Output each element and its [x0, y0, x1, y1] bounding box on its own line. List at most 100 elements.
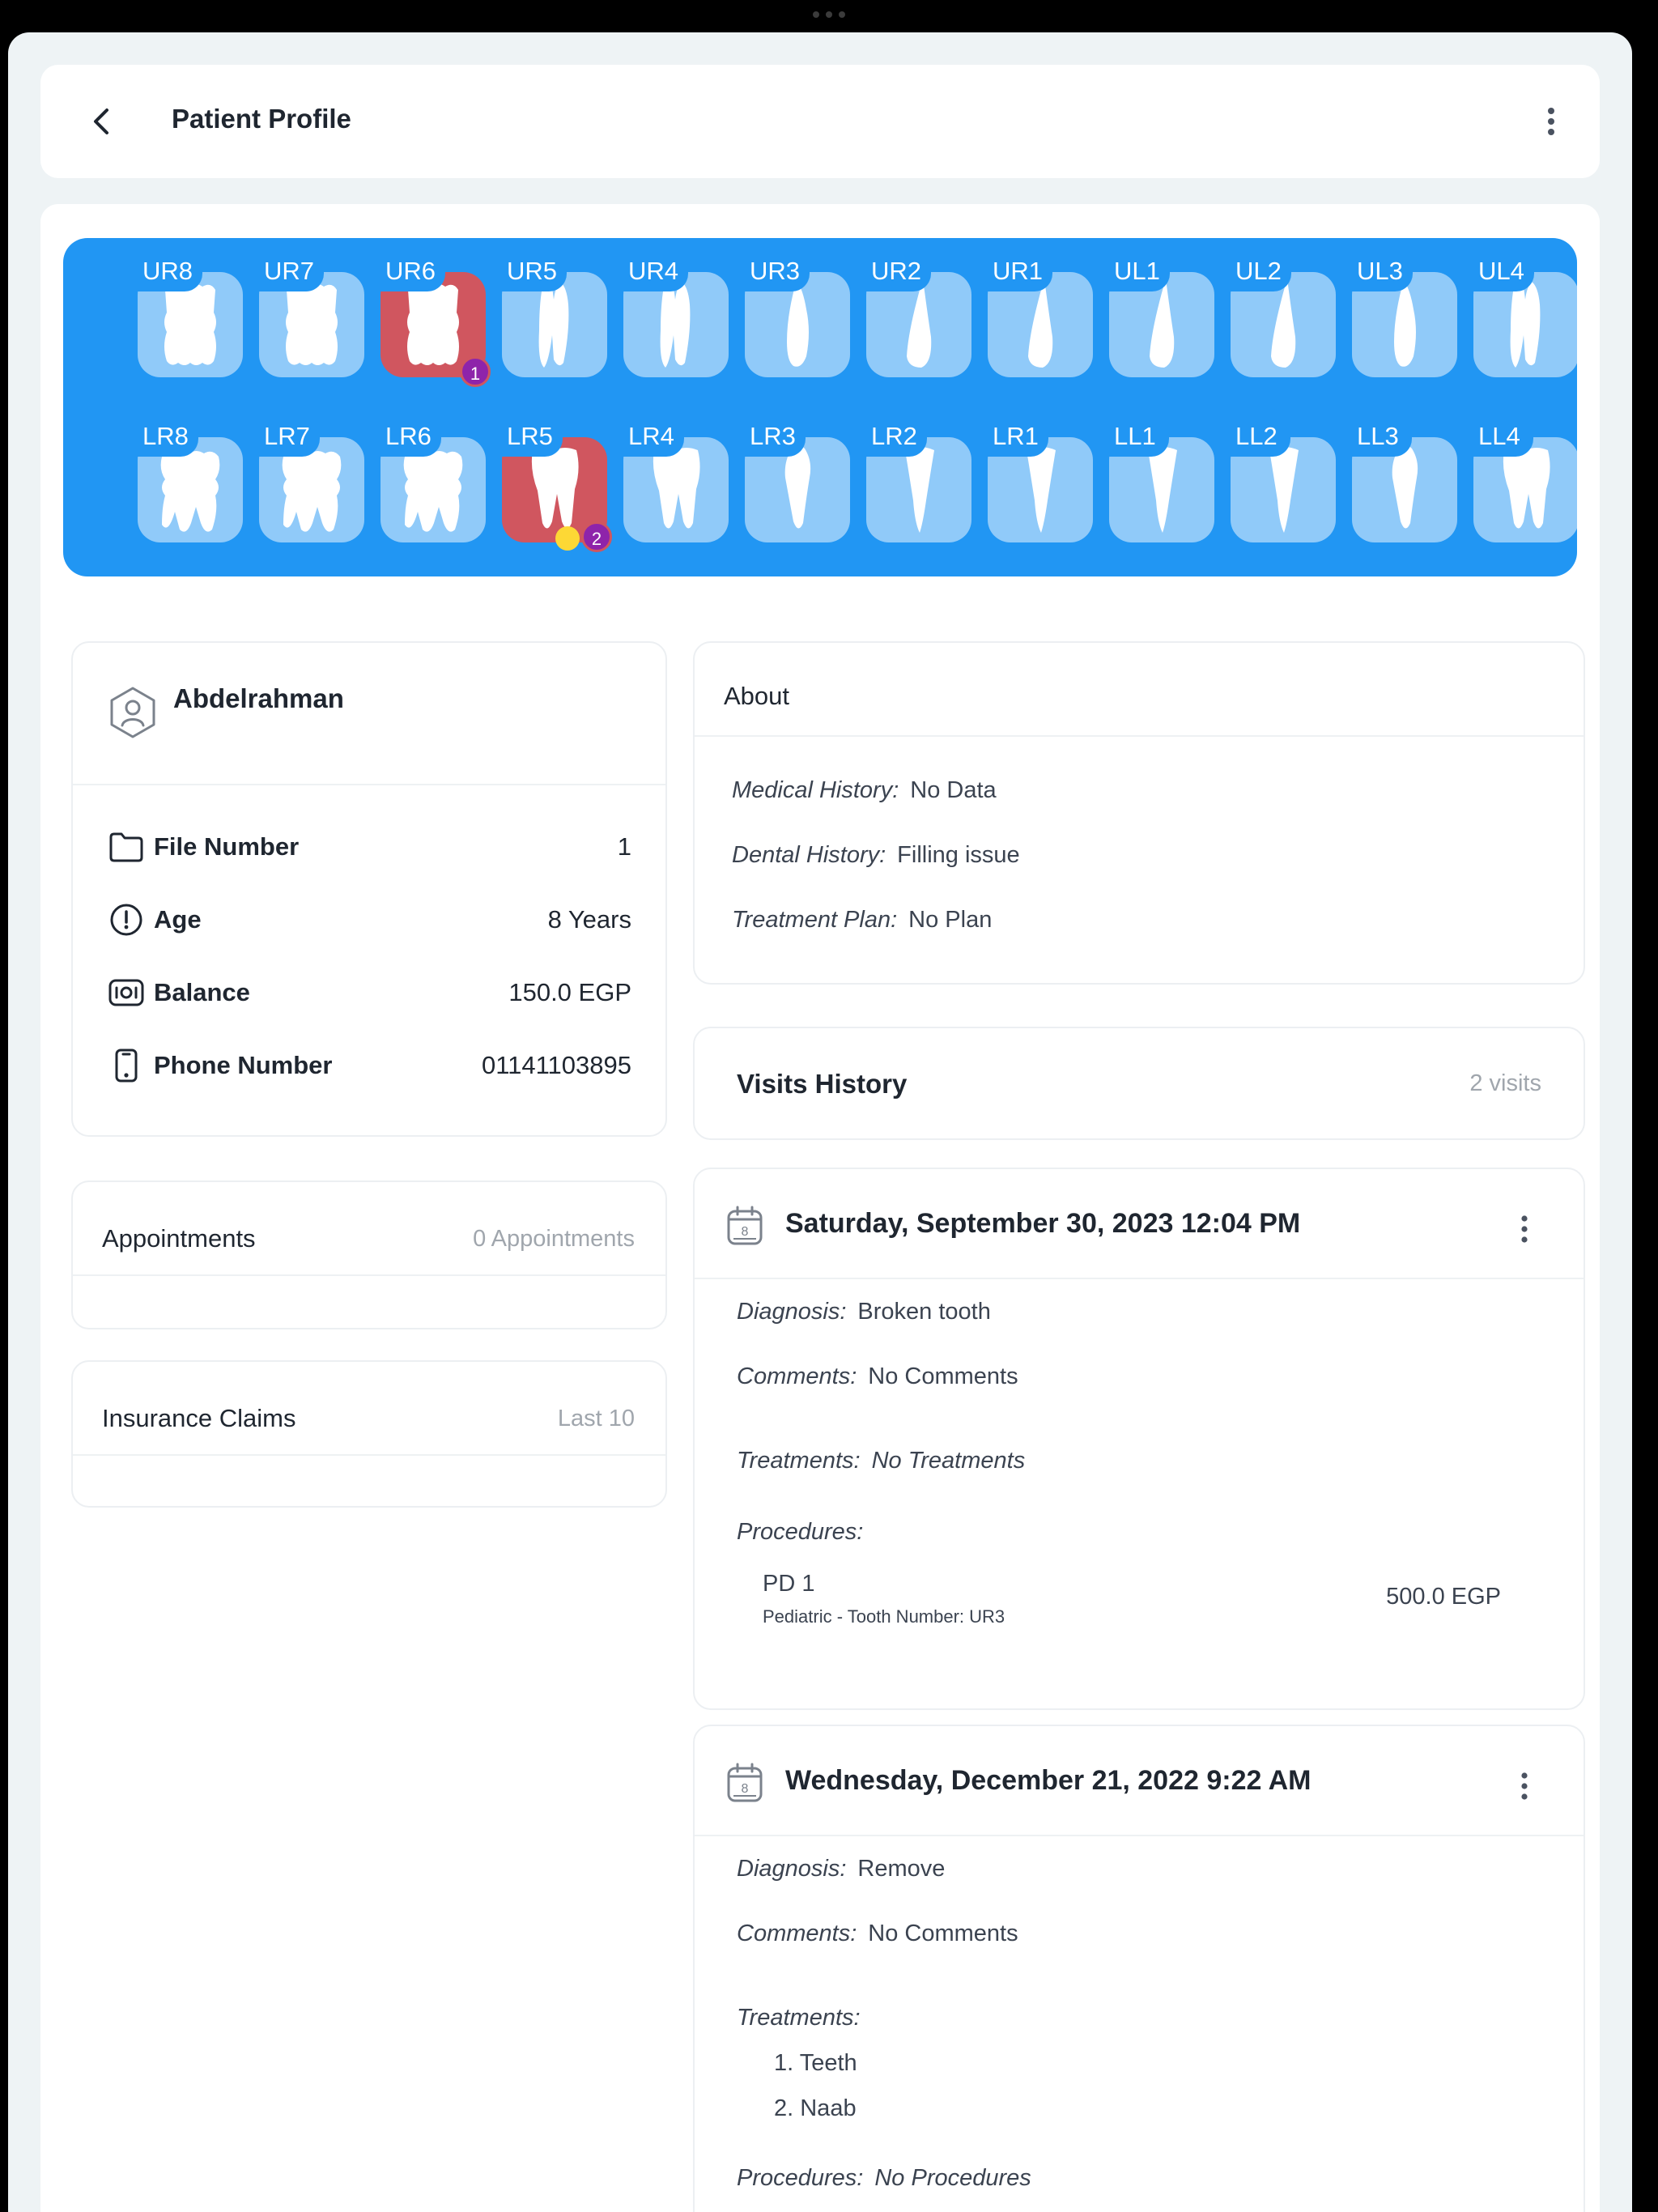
calendar-day: 8	[742, 1782, 749, 1796]
tooth-lr8[interactable]: LR8	[133, 416, 243, 542]
multitasking-dots[interactable]	[813, 11, 845, 19]
divider	[695, 735, 1584, 737]
tooth-lr3[interactable]: LR3	[740, 416, 850, 542]
treatment-item: 1. Teeth	[774, 2050, 857, 2076]
visit-diagnosis: Diagnosis: Remove	[737, 1856, 945, 1882]
tooth-label: LR3	[740, 416, 806, 457]
tooth-ul1[interactable]: UL1	[1104, 251, 1214, 377]
tooth-lr7[interactable]: LR7	[254, 416, 364, 542]
phone-number-label: Phone Number	[154, 1051, 333, 1079]
more-vertical-icon	[1521, 1772, 1528, 1800]
treatments-value: No Treatments	[871, 1448, 1026, 1474]
tooth-ll2[interactable]: LL2	[1226, 416, 1336, 542]
folder-icon	[107, 827, 146, 866]
more-options-button[interactable]	[1535, 100, 1567, 143]
treatment-plan: Treatment Plan: No Plan	[732, 907, 992, 934]
treatment-item: 2. Naab	[774, 2095, 857, 2121]
tooth-ll1[interactable]: LL1	[1104, 416, 1214, 542]
top-bar: Patient Profile	[40, 65, 1600, 178]
dental-history-label: Dental History:	[732, 842, 886, 868]
tooth-ur8[interactable]: UR8	[133, 251, 243, 377]
tooth-label: LR8	[133, 416, 198, 457]
calendar-day: 8	[742, 1225, 749, 1239]
tooth-label: LL3	[1347, 416, 1412, 457]
tooth-lr4[interactable]: LR4	[619, 416, 729, 542]
appointments-count: 0 Appointments	[473, 1226, 635, 1252]
diagnosis-value: Remove	[857, 1856, 946, 1882]
treatment-plan-label: Treatment Plan:	[732, 907, 898, 933]
procedure-detail: Pediatric - Tooth Number: UR3	[763, 1606, 1005, 1627]
about-title: About	[724, 682, 790, 710]
tooth-ur5[interactable]: UR5	[497, 251, 607, 377]
file-number-label: File Number	[154, 832, 300, 861]
medical-history: Medical History: No Data	[732, 777, 997, 804]
phone-row: Phone Number 01141103895	[107, 1045, 631, 1086]
calendar-icon: 8	[727, 1763, 763, 1802]
money-icon	[107, 973, 146, 1012]
tooth-label: LL2	[1226, 416, 1290, 457]
divider	[73, 784, 665, 785]
chevron-left-icon	[94, 108, 108, 134]
divider	[73, 1274, 665, 1276]
tooth-ur1[interactable]: UR1	[983, 251, 1093, 377]
visit-treatments: Treatments: No Treatments	[737, 1448, 1025, 1474]
visit-options-button[interactable]	[1512, 1211, 1537, 1247]
alert-circle-icon	[107, 900, 146, 939]
comments-value: No Comments	[868, 1363, 1018, 1389]
tooth-lr6[interactable]: LR6	[376, 416, 486, 542]
tooth-ur6[interactable]: UR6 1	[376, 251, 491, 387]
tooth-ul3[interactable]: UL3	[1347, 251, 1457, 377]
tooth-ur3[interactable]: UR3	[740, 251, 850, 377]
tooth-label: UL4	[1469, 251, 1534, 291]
more-vertical-icon	[1521, 1215, 1528, 1243]
tooth-ll3[interactable]: LL3	[1347, 416, 1457, 542]
procedures-value: No Procedures	[874, 2165, 1031, 2191]
calendar-icon: 8	[727, 1206, 763, 1245]
age-label: Age	[154, 905, 202, 934]
tooth-ul4[interactable]: UL4	[1469, 251, 1577, 377]
tooth-label: LL4	[1469, 416, 1533, 457]
tooth-label: UR4	[619, 251, 689, 291]
app-window: Patient Profile UR8 UR7 UR6 1 UR5 UR4 UR3 UR2 UR…	[8, 32, 1632, 2212]
procedure-name: PD 1	[763, 1571, 815, 1597]
tooth-lr5[interactable]: LR5 2	[497, 416, 612, 552]
insurance-claims-card[interactable]: Insurance Claims Last 10	[71, 1360, 667, 1508]
comments-label: Comments:	[737, 1921, 857, 1946]
patient-name: Abdelrahman	[173, 683, 344, 713]
dental-history-value: Filling issue	[897, 842, 1020, 868]
appointments-card[interactable]: Appointments 0 Appointments	[71, 1180, 667, 1329]
tooth-label: UR3	[740, 251, 810, 291]
tooth-label: UL3	[1347, 251, 1413, 291]
treatment-plan-value: No Plan	[908, 907, 993, 933]
tooth-label: UR7	[254, 251, 325, 291]
diagnosis-value: Broken tooth	[857, 1299, 991, 1325]
divider	[695, 1835, 1584, 1836]
tooth-label: LL1	[1104, 416, 1169, 457]
appointments-title: Appointments	[102, 1224, 256, 1253]
profile-content: UR8 UR7 UR6 1 UR5 UR4 UR3 UR2 UR1 UL1 UL2 UL3 UL4 LR8…	[40, 204, 1600, 2212]
tooth-lr2[interactable]: LR2	[861, 416, 971, 542]
visit-date: Saturday, September 30, 2023 12:04 PM	[785, 1208, 1301, 1239]
tooth-ur4[interactable]: UR4	[619, 251, 729, 377]
procedures-label: Procedures:	[737, 2165, 864, 2191]
visit-procedures: Procedures: No Procedures	[737, 2165, 1031, 2192]
visits-count: 2 visits	[1469, 1070, 1541, 1096]
tooth-ll4[interactable]: LL4	[1469, 416, 1577, 542]
balance-row: Balance 150.0 EGP	[107, 972, 631, 1013]
visit-diagnosis: Diagnosis: Broken tooth	[737, 1299, 991, 1325]
tooth-lr1[interactable]: LR1	[983, 416, 1093, 542]
tooth-ul2[interactable]: UL2	[1226, 251, 1336, 377]
visits-history-card: Visits History 2 visits	[693, 1027, 1585, 1140]
procedure-count-badge: 2	[581, 521, 612, 552]
tooth-label: LR6	[376, 416, 441, 457]
tooth-ur7[interactable]: UR7	[254, 251, 364, 377]
tooth-label: LR7	[254, 416, 320, 457]
back-button[interactable]	[81, 100, 123, 143]
balance-label: Balance	[154, 978, 250, 1006]
about-card: About Medical History: No Data Dental His…	[693, 641, 1585, 985]
tooth-label: LR2	[861, 416, 927, 457]
procedure-count-badge: 1	[460, 356, 491, 387]
tooth-ur2[interactable]: UR2	[861, 251, 971, 377]
visit-options-button[interactable]	[1512, 1768, 1537, 1804]
visits-history-title: Visits History	[737, 1069, 908, 1099]
